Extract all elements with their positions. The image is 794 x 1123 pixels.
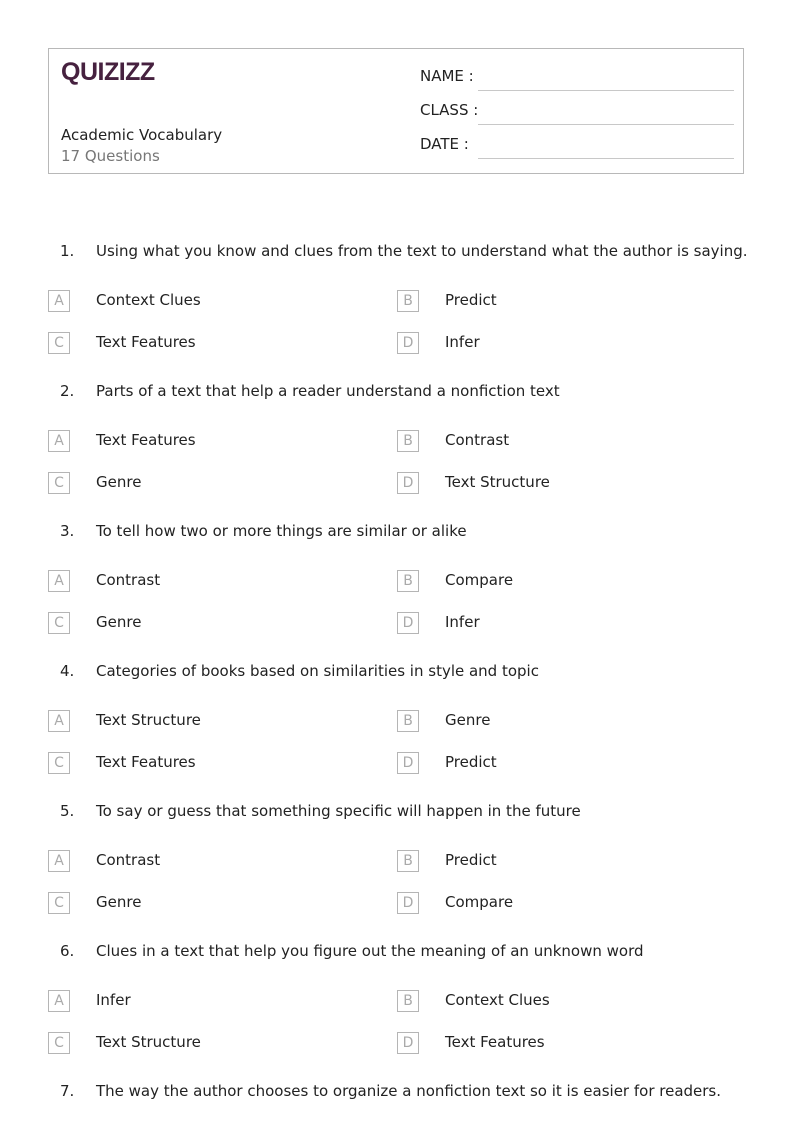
option-letter-box[interactable]: C bbox=[48, 332, 70, 354]
option-text: Compare bbox=[445, 571, 514, 589]
option-letter-box[interactable]: C bbox=[48, 1032, 70, 1054]
option-text: Contrast bbox=[96, 851, 161, 869]
option-text: Compare bbox=[445, 893, 514, 911]
option-text: Predict bbox=[445, 291, 497, 309]
class-line[interactable] bbox=[478, 124, 734, 125]
option-text: Predict bbox=[445, 753, 497, 771]
option-letter-box[interactable]: B bbox=[397, 710, 419, 732]
option-letter-box[interactable]: C bbox=[48, 892, 70, 914]
option-text: Text Structure bbox=[96, 1033, 201, 1051]
option-text: Genre bbox=[445, 711, 491, 729]
question-text: The way the author chooses to organize a… bbox=[96, 1082, 722, 1100]
question-text: Categories of books based on similaritie… bbox=[96, 662, 539, 680]
option-letter-box[interactable]: C bbox=[48, 612, 70, 634]
question-text: Using what you know and clues from the t… bbox=[96, 242, 748, 260]
option-letter-box[interactable]: A bbox=[48, 290, 70, 312]
name-line[interactable] bbox=[478, 90, 734, 91]
question-count: 17 Questions bbox=[61, 147, 160, 165]
question-number: 6. bbox=[60, 942, 75, 960]
option-letter-box[interactable]: D bbox=[397, 892, 419, 914]
question-text: Parts of a text that help a reader under… bbox=[96, 382, 560, 400]
question-number: 2. bbox=[60, 382, 75, 400]
name-label: NAME : bbox=[420, 67, 474, 85]
option-letter-box[interactable]: A bbox=[48, 850, 70, 872]
option-letter-box[interactable]: B bbox=[397, 430, 419, 452]
option-text: Text Features bbox=[445, 1033, 545, 1051]
question-text: To tell how two or more things are simil… bbox=[96, 522, 467, 540]
option-letter-box[interactable]: D bbox=[397, 332, 419, 354]
question-text: To say or guess that something specific … bbox=[96, 802, 581, 820]
option-letter-box[interactable]: B bbox=[397, 290, 419, 312]
option-text: Context Clues bbox=[445, 991, 550, 1009]
date-label: DATE : bbox=[420, 135, 469, 153]
question-number: 7. bbox=[60, 1082, 75, 1100]
option-text: Infer bbox=[445, 613, 480, 631]
question-number: 4. bbox=[60, 662, 75, 680]
option-text: Text Features bbox=[96, 431, 196, 449]
option-text: Genre bbox=[96, 473, 142, 491]
option-text: Text Features bbox=[96, 333, 196, 351]
class-label: CLASS : bbox=[420, 101, 479, 119]
worksheet-header: QUIZIZZ Academic Vocabulary 17 Questions… bbox=[48, 48, 744, 174]
option-text: Infer bbox=[96, 991, 131, 1009]
option-letter-box[interactable]: B bbox=[397, 850, 419, 872]
option-text: Text Structure bbox=[96, 711, 201, 729]
date-field[interactable]: DATE : bbox=[420, 135, 734, 159]
worksheet-title: Academic Vocabulary bbox=[61, 126, 223, 144]
option-letter-box[interactable]: D bbox=[397, 752, 419, 774]
question-number: 5. bbox=[60, 802, 75, 820]
quizizz-logo: QUIZIZZ bbox=[61, 58, 155, 86]
option-letter-box[interactable]: C bbox=[48, 752, 70, 774]
option-letter-box[interactable]: C bbox=[48, 472, 70, 494]
name-field[interactable]: NAME : bbox=[420, 67, 734, 91]
option-text: Genre bbox=[96, 613, 142, 631]
question-text: Clues in a text that help you figure out… bbox=[96, 942, 644, 960]
option-text: Context Clues bbox=[96, 291, 201, 309]
option-text: Infer bbox=[445, 333, 480, 351]
option-letter-box[interactable]: D bbox=[397, 612, 419, 634]
option-text: Contrast bbox=[445, 431, 510, 449]
option-letter-box[interactable]: B bbox=[397, 990, 419, 1012]
question-number: 3. bbox=[60, 522, 75, 540]
option-text: Text Structure bbox=[445, 473, 550, 491]
option-letter-box[interactable]: D bbox=[397, 472, 419, 494]
option-text: Genre bbox=[96, 893, 142, 911]
option-text: Predict bbox=[445, 851, 497, 869]
option-letter-box[interactable]: A bbox=[48, 430, 70, 452]
question-number: 1. bbox=[60, 242, 75, 260]
option-letter-box[interactable]: A bbox=[48, 710, 70, 732]
option-letter-box[interactable]: D bbox=[397, 1032, 419, 1054]
date-line[interactable] bbox=[478, 158, 734, 159]
class-field[interactable]: CLASS : bbox=[420, 101, 734, 125]
option-text: Contrast bbox=[96, 571, 161, 589]
option-letter-box[interactable]: A bbox=[48, 990, 70, 1012]
option-letter-box[interactable]: A bbox=[48, 570, 70, 592]
option-text: Text Features bbox=[96, 753, 196, 771]
option-letter-box[interactable]: B bbox=[397, 570, 419, 592]
